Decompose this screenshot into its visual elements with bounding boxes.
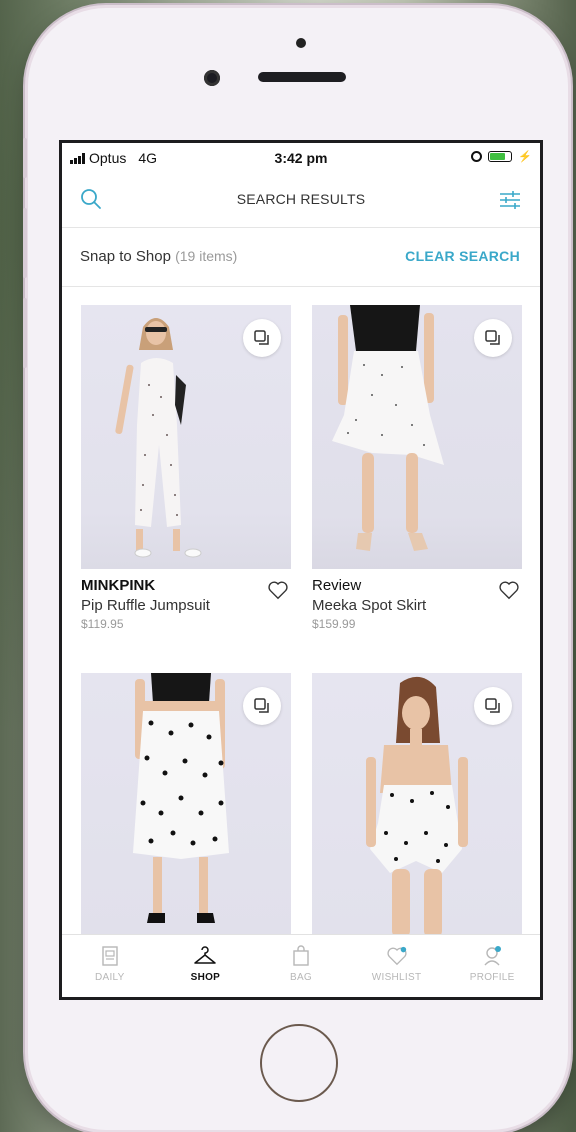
filter-icon[interactable] bbox=[498, 189, 522, 211]
product-brand: MINKPINK bbox=[81, 577, 156, 594]
bottom-tab-bar: DAILY SHOP BAG WISHLIST PROFILE bbox=[62, 934, 540, 997]
product-brand: Review bbox=[312, 577, 362, 594]
tab-label: DAILY bbox=[94, 972, 125, 983]
volume-up-button bbox=[23, 208, 27, 278]
product-price: $119.95 bbox=[81, 617, 124, 631]
wishlist-heart-icon[interactable] bbox=[498, 579, 520, 601]
rotation-lock-icon bbox=[471, 151, 483, 162]
status-bar: Optus 4G 3:42 pm ⚡ bbox=[62, 143, 540, 175]
home-button[interactable] bbox=[260, 1024, 338, 1102]
results-label: Snap to Shop (19 items) bbox=[80, 248, 237, 265]
product-image[interactable] bbox=[81, 305, 291, 569]
tab-label: SHOP bbox=[190, 972, 221, 983]
tab-profile[interactable]: PROFILE bbox=[444, 935, 540, 997]
copy-icon bbox=[254, 330, 269, 345]
top-nav: SEARCH RESULTS bbox=[62, 175, 540, 228]
mute-switch bbox=[23, 138, 27, 178]
product-image[interactable] bbox=[312, 305, 522, 569]
battery-icon bbox=[488, 151, 513, 162]
similar-items-button[interactable] bbox=[474, 319, 512, 357]
app-screen: Optus 4G 3:42 pm ⚡ SEARCH RESULTS Snap t… bbox=[59, 140, 543, 1000]
status-time: 3:42 pm bbox=[274, 150, 328, 166]
similar-items-button[interactable] bbox=[243, 319, 281, 357]
copy-icon bbox=[485, 330, 500, 345]
tab-bag[interactable]: BAG bbox=[253, 935, 349, 997]
similar-items-button[interactable] bbox=[243, 687, 281, 725]
results-source: Snap to Shop bbox=[80, 248, 171, 265]
copy-icon bbox=[254, 698, 269, 713]
proximity-sensor bbox=[296, 38, 306, 48]
product-price: $159.99 bbox=[312, 617, 356, 631]
volume-down-button bbox=[23, 298, 27, 368]
page-title: SEARCH RESULTS bbox=[236, 191, 366, 207]
profile-icon bbox=[484, 946, 502, 966]
product-name[interactable]: Pip Ruffle Jumpsuit bbox=[81, 597, 291, 614]
front-camera bbox=[204, 70, 220, 86]
clear-search-button[interactable]: CLEAR SEARCH bbox=[405, 248, 520, 264]
charging-icon: ⚡ bbox=[518, 151, 532, 163]
heart-icon bbox=[387, 946, 407, 966]
tab-shop[interactable]: SHOP bbox=[158, 935, 254, 997]
results-bar: Snap to Shop (19 items) CLEAR SEARCH bbox=[62, 228, 540, 287]
product-name[interactable]: Meeka Spot Skirt bbox=[312, 597, 522, 614]
earpiece-speaker bbox=[258, 72, 346, 82]
product-image[interactable] bbox=[81, 673, 291, 937]
product-card[interactable] bbox=[81, 673, 291, 937]
wishlist-heart-icon[interactable] bbox=[267, 579, 289, 601]
copy-icon bbox=[485, 698, 500, 713]
bag-icon bbox=[293, 945, 309, 966]
product-card[interactable]: MINKPINK Pip Ruffle Jumpsuit $119.95 bbox=[81, 305, 291, 631]
similar-items-button[interactable] bbox=[474, 687, 512, 725]
tab-label: PROFILE bbox=[469, 972, 515, 983]
tab-label: WISHLIST bbox=[371, 972, 422, 983]
daily-icon bbox=[102, 946, 118, 966]
tab-wishlist[interactable]: WISHLIST bbox=[349, 935, 445, 997]
product-image[interactable] bbox=[312, 673, 522, 937]
hanger-icon bbox=[194, 946, 217, 964]
tab-label: BAG bbox=[289, 972, 312, 983]
product-card[interactable] bbox=[312, 673, 522, 937]
tab-daily[interactable]: DAILY bbox=[62, 935, 158, 997]
product-card[interactable]: Review Meeka Spot Skirt $159.99 bbox=[312, 305, 522, 631]
results-count: (19 items) bbox=[175, 248, 238, 264]
